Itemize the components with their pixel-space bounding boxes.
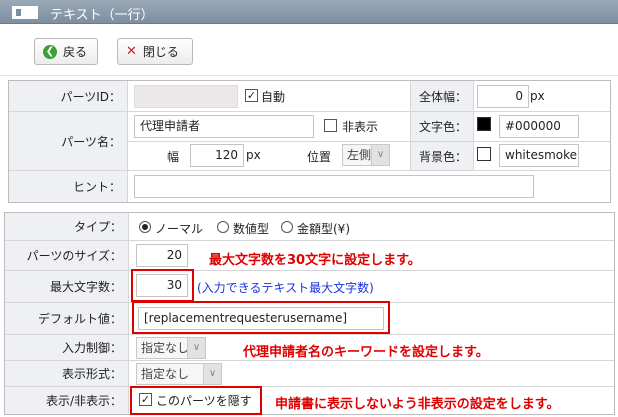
chevron-down-icon: ∨ xyxy=(187,338,205,358)
auto-label: 自動 xyxy=(261,90,286,104)
type-money-label: 金額型(¥) xyxy=(297,222,350,236)
text-color-label: 文字色： xyxy=(410,112,474,141)
position-select[interactable]: 左側 ∨ xyxy=(342,144,390,166)
chevron-down-icon: ∨ xyxy=(203,364,221,384)
type-normal-label: ノーマル xyxy=(155,222,204,236)
size-label: パーツのサイズ： xyxy=(5,241,129,270)
parts-name-label: パーツ名： xyxy=(9,112,128,170)
type-number-radio[interactable] xyxy=(217,221,229,233)
close-button-label: 閉じる xyxy=(142,45,179,59)
back-button[interactable]: ❮ 戻る xyxy=(34,38,98,65)
width-unit: px xyxy=(246,148,261,162)
total-width-unit: px xyxy=(530,89,545,103)
visibility-label: 表示/非表示： xyxy=(5,387,129,414)
type-money-radio[interactable] xyxy=(281,221,293,233)
position-label: 位置 xyxy=(307,150,332,164)
input-control-select[interactable]: 指定なし ∨ xyxy=(136,337,206,359)
parts-id-input[interactable] xyxy=(134,85,238,108)
text-color-input[interactable]: #000000 xyxy=(499,115,579,138)
hint-label: ヒント： xyxy=(9,171,128,202)
settings-panel: タイプ： パーツのサイズ： 最大文字数： デフォルト値： 入力制御： 表示形式：… xyxy=(4,212,615,415)
hidden-label: 非表示 xyxy=(342,120,379,134)
input-control-label: 入力制御： xyxy=(5,335,129,360)
hint-input[interactable] xyxy=(134,175,534,198)
window-title: テキスト（一行） xyxy=(50,8,154,23)
keyword-annotation: 代理申請者名のキーワードを設定します。 xyxy=(243,345,489,360)
total-width-label: 全体幅： xyxy=(410,81,474,111)
title-bar: テキスト（一行） xyxy=(0,0,618,24)
parts-properties-panel: パーツID： パーツ名： ヒント： ✓ 自動 全体幅： 0 px 代理申請者 非… xyxy=(8,80,611,203)
display-format-select[interactable]: 指定なし ∨ xyxy=(136,363,222,385)
type-number-label: 数値型 xyxy=(233,222,270,236)
width-input[interactable]: 120 xyxy=(190,144,244,167)
auto-checkbox[interactable]: ✓ xyxy=(245,89,258,102)
hide-parts-highlight xyxy=(130,386,262,415)
text-color-swatch[interactable] xyxy=(477,117,491,131)
total-width-input[interactable]: 0 xyxy=(477,85,529,108)
type-label: タイプ： xyxy=(5,213,129,240)
maxlen-highlight xyxy=(131,269,194,302)
bg-color-input[interactable]: whitesmoke xyxy=(499,144,579,167)
chevron-down-icon: ∨ xyxy=(371,145,389,165)
hidden-checkbox[interactable] xyxy=(324,119,337,132)
maxlen-annotation: 最大文字数を30文字に設定します。 xyxy=(209,253,421,268)
close-button[interactable]: ✕ 閉じる xyxy=(117,38,193,65)
default-value-highlight xyxy=(132,301,390,334)
hide-annotation: 申請書に表示しないよう非表示の設定をします。 xyxy=(275,397,560,412)
default-value-label: デフォルト値： xyxy=(5,303,129,334)
parts-id-label: パーツID： xyxy=(9,81,128,111)
back-button-label: 戻る xyxy=(63,45,88,59)
close-x-icon: ✕ xyxy=(126,44,137,59)
toolbar: ❮ 戻る ✕ 閉じる xyxy=(0,24,618,76)
type-normal-radio[interactable] xyxy=(139,221,151,233)
width-label: 幅 xyxy=(167,150,180,164)
text-field-icon xyxy=(12,6,38,19)
back-arrow-icon: ❮ xyxy=(43,44,57,59)
maxlen-hint: (入力できるテキスト最大文字数) xyxy=(197,281,374,295)
bg-color-swatch[interactable] xyxy=(477,147,491,161)
maxlen-label: 最大文字数： xyxy=(5,271,129,302)
parts-name-input[interactable]: 代理申請者 xyxy=(134,115,314,138)
bg-color-label: 背景色： xyxy=(410,142,474,170)
size-input[interactable]: 20 xyxy=(136,244,188,267)
display-format-label: 表示形式： xyxy=(5,361,129,386)
